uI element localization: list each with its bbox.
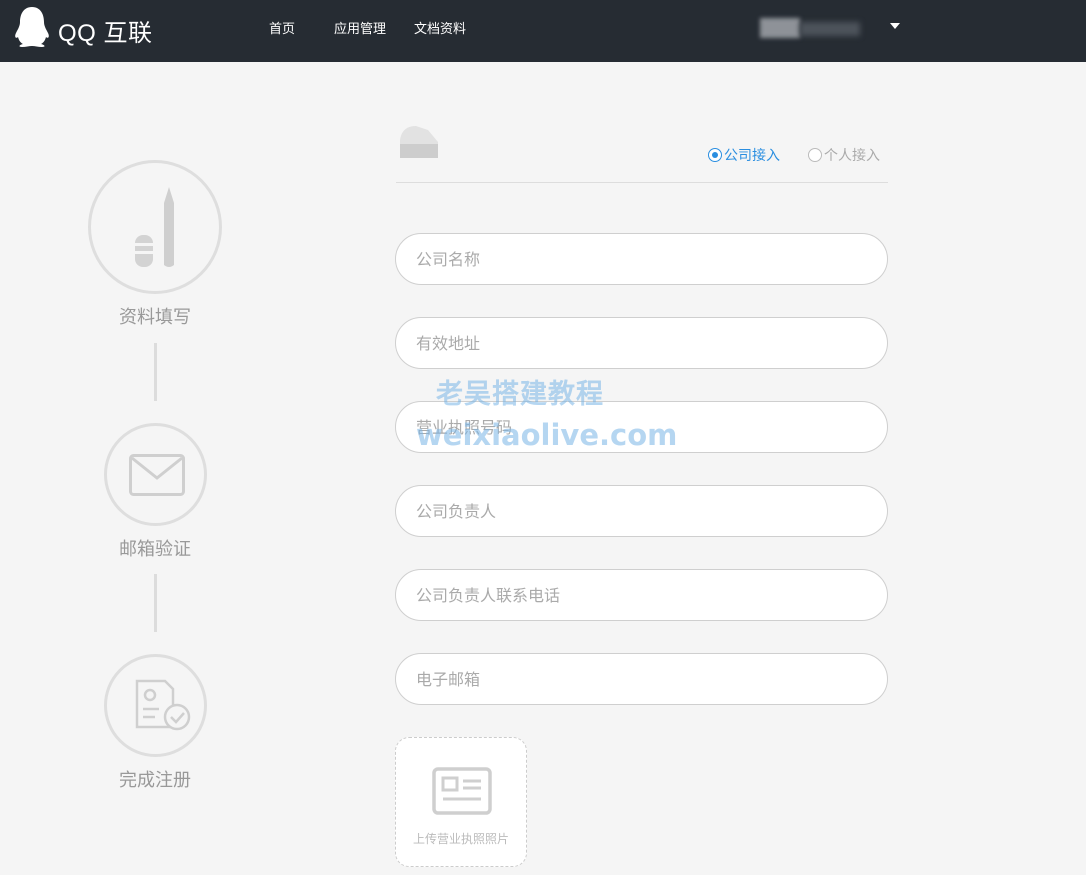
username-redacted (800, 22, 860, 36)
radio-label: 公司接入 (724, 148, 780, 164)
form-divider (396, 182, 888, 183)
watermark-text: 老吴搭建教程 (436, 379, 604, 410)
watermark-url: weixiaolive.com (416, 418, 678, 452)
radio-label: 个人接入 (824, 148, 880, 164)
radio-personal-access[interactable]: 个人接入 (808, 145, 880, 165)
step-label-fill-info: 资料填写 (119, 307, 191, 328)
nav-docs[interactable]: 文档资料 (414, 18, 466, 37)
principal-phone-input[interactable] (395, 569, 888, 621)
step-email-verify-circle (104, 423, 207, 526)
upload-business-license-button[interactable]: 上传营业执照照片 (395, 737, 527, 867)
pen-icon (135, 187, 174, 267)
nav-app-management[interactable]: 应用管理 (334, 18, 386, 37)
company-principal-input[interactable] (395, 485, 888, 537)
envelope-icon (129, 454, 185, 496)
brand-title[interactable]: QQ 互联 (58, 13, 153, 48)
step-complete-circle (104, 654, 207, 757)
radio-checked-icon (708, 148, 722, 162)
user-account-menu[interactable] (760, 14, 870, 40)
caret-down-icon[interactable] (890, 23, 900, 29)
radio-company-access[interactable]: 公司接入 (708, 145, 780, 165)
qq-penguin-logo-icon[interactable] (14, 6, 50, 48)
top-navbar: QQ 互联 首页 应用管理 文档资料 (0, 0, 1086, 62)
upload-label: 上传营业执照照片 (412, 832, 509, 846)
email-input[interactable] (395, 653, 888, 705)
avatar (760, 18, 800, 38)
nav-home[interactable]: 首页 (269, 18, 295, 37)
step-connector (154, 343, 157, 401)
step-fill-info-circle (88, 160, 222, 294)
radio-unchecked-icon (808, 148, 822, 162)
company-logo-icon (400, 126, 438, 158)
company-name-input[interactable] (395, 233, 888, 285)
step-label-email-verify: 邮箱验证 (119, 539, 191, 560)
step-connector (154, 574, 157, 632)
step-label-complete: 完成注册 (119, 770, 191, 791)
address-input[interactable] (395, 317, 888, 369)
id-card-icon (432, 767, 492, 815)
document-check-icon (135, 679, 191, 731)
